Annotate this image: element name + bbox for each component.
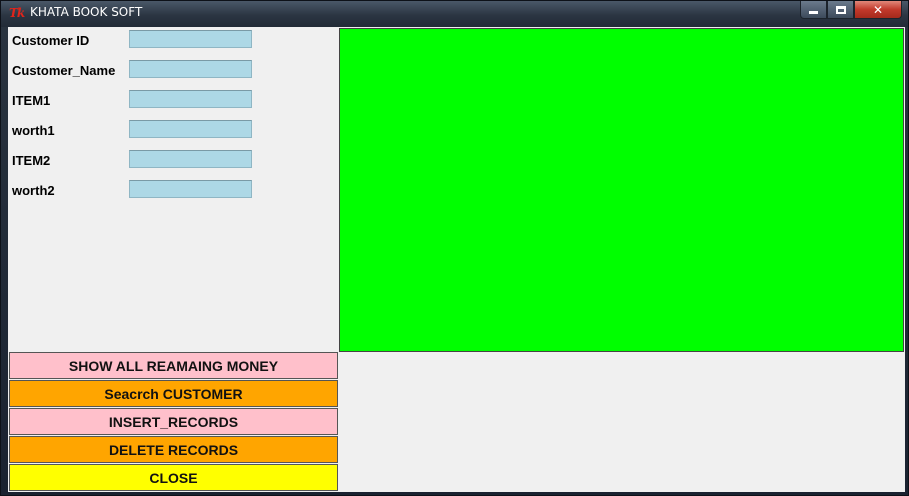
item2-input[interactable]: [129, 150, 252, 168]
maximize-icon: [835, 5, 846, 14]
field-row-customer-name: Customer_Name: [8, 59, 339, 79]
maximize-button[interactable]: [827, 1, 854, 19]
field-row-customer-id: Customer ID: [8, 29, 339, 49]
display-panel: [339, 28, 904, 352]
tk-app-icon: Tk: [9, 6, 25, 20]
window-close-button[interactable]: ✕: [854, 1, 902, 19]
item2-label: ITEM2: [12, 153, 51, 168]
item1-label: ITEM1: [12, 93, 51, 108]
window-controls: ✕: [800, 1, 902, 19]
search-customer-button[interactable]: Seacrch CUSTOMER: [9, 380, 338, 407]
title-bar[interactable]: Tk KHATA BOOK SOFT ✕: [1, 1, 908, 27]
delete-records-button[interactable]: DELETE RECORDS: [9, 436, 338, 463]
item1-input[interactable]: [129, 90, 252, 108]
customer-id-label: Customer ID: [12, 33, 90, 48]
close-button[interactable]: CLOSE: [9, 464, 338, 491]
field-row-item1: ITEM1: [8, 89, 339, 109]
worth1-label: worth1: [12, 123, 55, 138]
worth2-input[interactable]: [129, 180, 252, 198]
field-row-worth2: worth2: [8, 179, 339, 199]
client-area: Customer ID Customer_Name ITEM1 worth1 I…: [8, 27, 905, 492]
customer-name-label: Customer_Name: [12, 63, 116, 78]
form-panel: Customer ID Customer_Name ITEM1 worth1 I…: [8, 27, 339, 352]
customer-name-input[interactable]: [129, 60, 252, 78]
show-all-remaining-money-button[interactable]: SHOW ALL REAMAING MONEY: [9, 352, 338, 379]
field-row-worth1: worth1: [8, 119, 339, 139]
minimize-icon: [809, 11, 818, 14]
field-row-item2: ITEM2: [8, 149, 339, 169]
customer-id-input[interactable]: [129, 30, 252, 48]
insert-records-button[interactable]: INSERT_RECORDS: [9, 408, 338, 435]
minimize-button[interactable]: [800, 1, 827, 19]
window-title: KHATA BOOK SOFT: [30, 5, 143, 19]
worth1-input[interactable]: [129, 120, 252, 138]
close-icon: ✕: [872, 2, 884, 17]
app-window: Tk KHATA BOOK SOFT ✕ Customer ID Custome…: [0, 0, 909, 496]
worth2-label: worth2: [12, 183, 55, 198]
